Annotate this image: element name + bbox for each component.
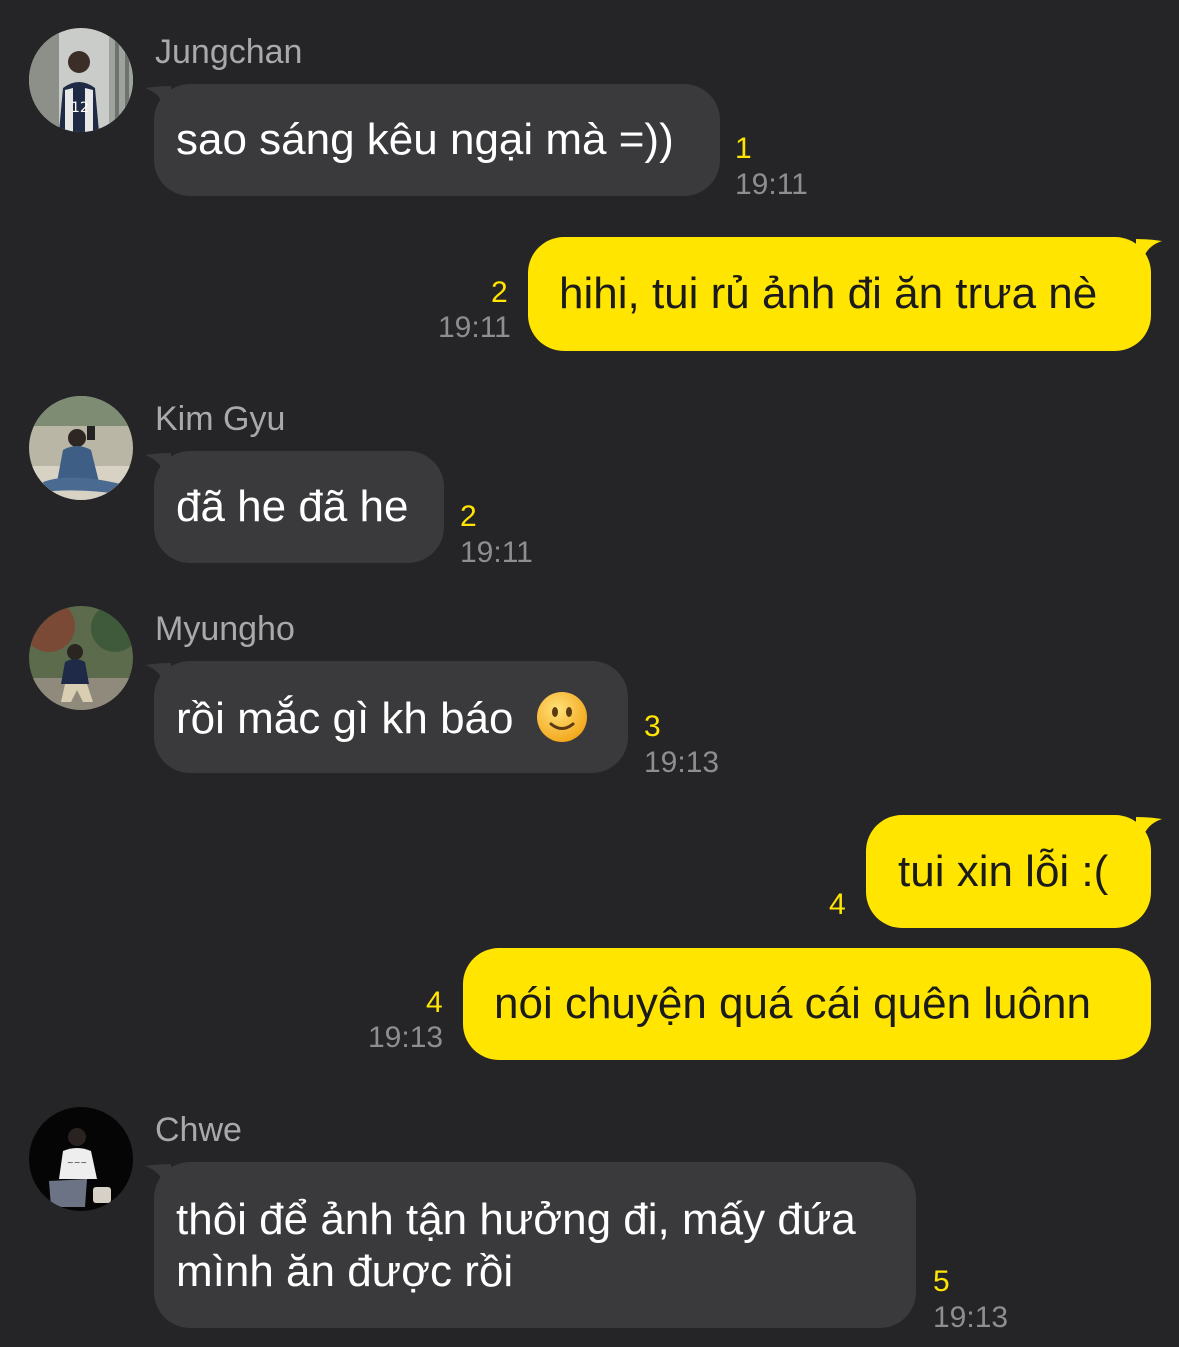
unread-count: 5 <box>933 1265 950 1298</box>
sender-name: Chwe <box>155 1111 242 1149</box>
svg-text:~~~: ~~~ <box>67 1158 87 1167</box>
unread-count: 2 <box>491 276 508 309</box>
unread-count: 4 <box>426 986 443 1019</box>
message-time: 19:11 <box>460 536 533 569</box>
message-bubble[interactable]: rồi mắc gì kh báo <box>154 661 628 773</box>
message-text: rồi mắc gì kh báo <box>176 694 514 743</box>
message-content: rồi mắc gì kh báo <box>176 691 588 745</box>
svg-text:12: 12 <box>71 100 89 116</box>
avatar-chwe[interactable]: ~~~ <box>29 1107 133 1211</box>
sender-name: Myungho <box>155 610 295 648</box>
message-text: sao sáng kêu ngại mà =)) <box>176 115 674 164</box>
message-text: tui xin lỗi :( <box>898 847 1109 896</box>
message-text: nói chuyện quá cái quên luônn <box>494 979 1091 1028</box>
unread-count: 4 <box>829 888 846 921</box>
unread-count: 2 <box>460 500 477 533</box>
sender-name: Jungchan <box>155 33 303 71</box>
unread-count: 1 <box>735 132 752 165</box>
message-time: 19:13 <box>644 746 720 779</box>
message-text-line-1: thôi để ảnh tận hưởng đi, mấy đứa <box>176 1195 856 1244</box>
avatar-jungchan[interactable]: 12 <box>29 28 133 132</box>
sender-name: Kim Gyu <box>155 400 286 438</box>
unread-count: 3 <box>644 710 661 743</box>
message-text: đã he đã he <box>176 482 409 531</box>
bubble-tail <box>1136 817 1162 843</box>
message-bubble[interactable]: tui xin lỗi :( <box>866 815 1151 928</box>
message-time: 19:11 <box>438 311 511 344</box>
message-time: 19:11 <box>735 168 808 201</box>
message-bubble[interactable]: thôi để ảnh tận hưởng đi, mấy đứa mình ă… <box>154 1162 916 1328</box>
message-text-line-2: mình ăn được rồi <box>176 1247 514 1296</box>
message-bubble[interactable]: đã he đã he <box>154 451 444 563</box>
message-time: 19:13 <box>933 1301 1009 1334</box>
message-text: hihi, tui rủ ảnh đi ăn trưa nè <box>559 269 1098 318</box>
slightly-smiling-face-icon <box>536 692 587 742</box>
avatar-kim-gyu[interactable] <box>29 396 133 500</box>
message-bubble[interactable]: hihi, tui rủ ảnh đi ăn trưa nè <box>528 237 1151 351</box>
bubble-tail <box>1136 239 1162 265</box>
message-bubble[interactable]: nói chuyện quá cái quên luônn <box>463 948 1151 1060</box>
avatar-myungho[interactable] <box>29 606 133 710</box>
message-time: 19:13 <box>368 1021 444 1054</box>
message-bubble[interactable]: sao sáng kêu ngại mà =)) <box>154 84 720 196</box>
